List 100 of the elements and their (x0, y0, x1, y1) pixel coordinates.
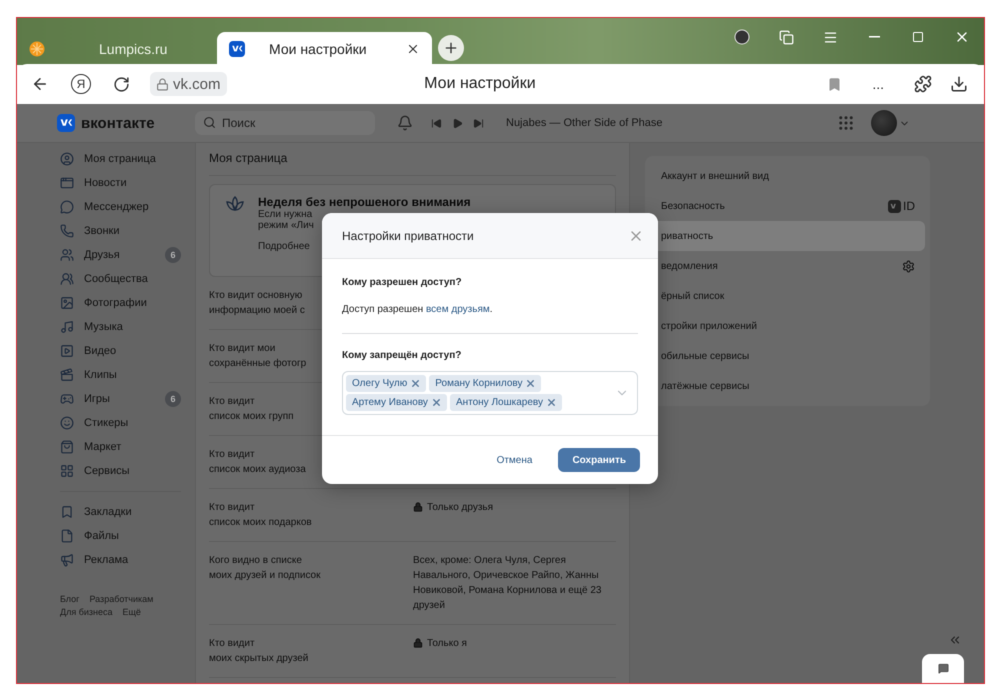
puzzle-icon (914, 75, 932, 93)
sidebar-item[interactable]: Видео (40, 339, 195, 363)
copy-icon (778, 30, 794, 44)
browser-tab[interactable]: Мои настройки (217, 32, 432, 65)
denied-field[interactable]: Олегу Чулю Роману Корнилову Артему Иванову Антону Лошкареву (342, 371, 638, 415)
person-chip[interactable]: Артему Иванову (346, 394, 447, 411)
remove-icon[interactable] (430, 397, 442, 408)
setting-label: Кто видит мои сохранённые фотогр (209, 342, 306, 371)
cancel-button[interactable]: Отмена (490, 454, 538, 466)
setting-value[interactable]: Только друзья (413, 500, 616, 530)
sidebar-item[interactable]: Фотографии (40, 291, 195, 315)
previous-icon[interactable] (431, 118, 442, 128)
settings-icon[interactable] (902, 260, 915, 272)
page-title: Мои настройки (423, 75, 537, 93)
gamepad-icon (60, 392, 74, 406)
setting-label: Кто видит основную информацию моей с (209, 289, 305, 318)
setting-label: Кто видит список моих аудиоза (209, 448, 306, 477)
music-icon (60, 320, 74, 334)
sidebar-item[interactable]: Мессенджер (40, 195, 195, 219)
chat-button[interactable] (922, 654, 964, 683)
yandex-button[interactable]: Я (71, 74, 91, 94)
bookmark-icon (60, 505, 74, 519)
sidebar-item[interactable]: Музыка (40, 315, 195, 339)
bag-icon (60, 440, 74, 454)
users-icon (60, 248, 74, 262)
address-field[interactable]: vk.com (150, 72, 227, 96)
next-icon[interactable] (473, 118, 484, 128)
menu-item[interactable]: ведомления (650, 251, 925, 281)
sidebar-item[interactable]: Сервисы (40, 459, 195, 483)
setting-label: Кто видит список моих групп (209, 395, 294, 424)
sidebar-item[interactable]: Реклама (40, 548, 195, 572)
chat-icon (60, 200, 74, 214)
person-chip[interactable]: Антону Лошкареву (450, 394, 562, 411)
citrus-favicon-icon (29, 40, 45, 56)
sidebar-item[interactable]: Маркет (40, 435, 195, 459)
access-text: Доступ разрешен всем друзьям. (342, 304, 638, 334)
sidebar-item[interactable]: Друзья 6 (40, 243, 195, 267)
bell-icon[interactable] (397, 115, 413, 131)
new-tab-button[interactable] (438, 35, 464, 61)
download-icon (950, 75, 968, 93)
sidebar-item[interactable]: Клипы (40, 363, 195, 387)
dialog-title: Настройки приватности (342, 228, 474, 242)
logo-text: вконтакте (81, 114, 155, 132)
logo-icon (229, 40, 245, 56)
clapperboard-icon (60, 368, 74, 382)
count-badge: 6 (165, 391, 181, 407)
file-icon (60, 529, 74, 543)
lotus-icon (224, 195, 246, 213)
profile-icon (734, 29, 750, 45)
section-title: Моя страница (209, 143, 616, 176)
sidebar-item[interactable]: Игры 6 (40, 387, 195, 411)
save-button[interactable]: Сохранить (558, 448, 640, 472)
promo-title: Неделя без непрошеного внимания (258, 195, 471, 209)
sidebar-item[interactable]: Закладки (40, 500, 195, 524)
megaphone-icon (60, 553, 74, 567)
setting-label: Кто видит моих скрытых друзей (209, 637, 308, 666)
setting-label: Кто видит список моих подарков (209, 501, 312, 530)
avatar[interactable] (870, 110, 897, 136)
browser-tab[interactable]: Lumpics.ru (17, 32, 217, 65)
track-title[interactable]: Nujabes — Other Side of Phase (506, 117, 663, 129)
sidebar-item[interactable]: Стикеры (40, 411, 195, 435)
logo-icon (57, 114, 75, 132)
footer-link[interactable]: Ещё (122, 607, 141, 617)
more-button[interactable]: ... (856, 76, 900, 92)
person-chip[interactable]: Роману Корнилову (429, 375, 542, 392)
search-icon (203, 116, 216, 129)
smile-icon (60, 416, 74, 430)
search-field[interactable]: Поиск (195, 111, 375, 135)
footer-link[interactable]: Блог (60, 594, 80, 604)
menu-item[interactable]: Аккаунт и внешний вид (650, 161, 925, 191)
play-icon[interactable] (452, 118, 463, 128)
apps-grid-icon[interactable] (836, 114, 855, 132)
sidebar-item[interactable]: Моя страница (40, 147, 195, 171)
sidebar-item[interactable]: Файлы (40, 524, 195, 548)
plus-icon (443, 40, 459, 56)
setting-value[interactable]: Всех, кроме: Олега Чуля, Сергея Навального, Оричевское Райпо, Жанны Новиковой, Романа Корнилова и ещё 23 друзей (413, 553, 616, 613)
sidebar-item[interactable]: Сообщества (40, 267, 195, 291)
minimize-icon (868, 36, 880, 38)
user-icon (60, 152, 74, 166)
remove-icon[interactable] (525, 378, 536, 389)
phone-icon (60, 224, 74, 238)
menu-icon (822, 30, 838, 44)
remove-icon[interactable] (546, 397, 557, 408)
sidebar-item[interactable]: Новости (40, 171, 195, 195)
group-icon (60, 272, 74, 286)
video-icon (60, 344, 74, 358)
bookmark-icon (827, 76, 842, 92)
promo-text: Если нужна (258, 209, 314, 220)
friends-link[interactable]: всем друзьям (426, 304, 490, 315)
image-icon (60, 296, 74, 310)
question-text: Кому разрешен доступ? (342, 277, 463, 288)
footer-link[interactable]: Для бизнеса (60, 607, 113, 617)
footer-link[interactable]: Разработчикам (89, 594, 154, 604)
remove-icon[interactable] (410, 378, 422, 389)
grid-icon (60, 464, 74, 478)
sidebar-item[interactable]: Звонки (40, 219, 195, 243)
person-chip[interactable]: Олегу Чулю (346, 375, 426, 392)
menu-item[interactable]: Безопасность ID (650, 191, 925, 221)
chat-icon (938, 663, 948, 674)
setting-value[interactable]: Только я (413, 636, 616, 666)
